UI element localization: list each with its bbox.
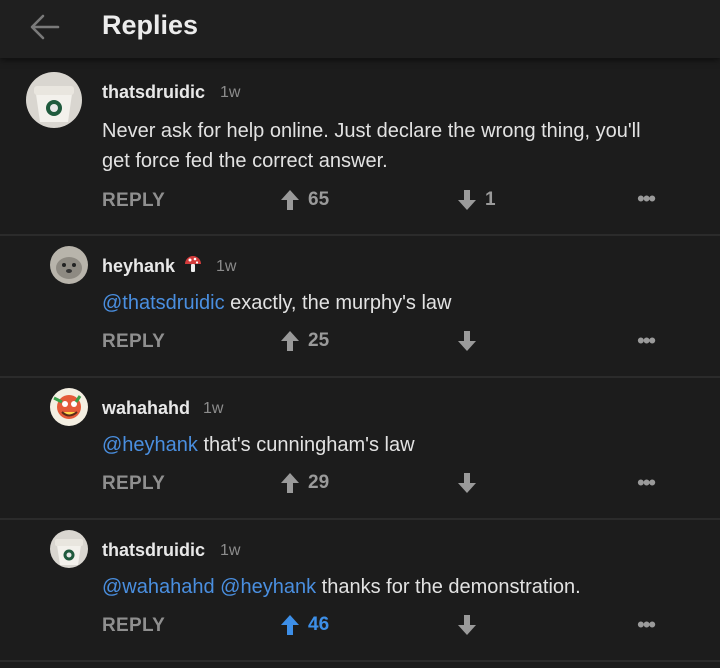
seal-avatar-icon [50, 246, 88, 284]
mention-link[interactable]: @wahahahd [102, 576, 215, 598]
comment-text-content: that's cunningham's law [203, 434, 415, 456]
downvote-button[interactable] [457, 472, 477, 494]
upvote-button[interactable]: 29 [280, 472, 329, 494]
more-options-icon[interactable]: ••• [637, 472, 656, 494]
comment-text: @heyhank that's cunningham's law [102, 430, 415, 460]
mention-link[interactable]: @heyhank [102, 434, 198, 456]
timestamp: 1w [220, 84, 241, 101]
upvote-button[interactable]: 46 [280, 614, 329, 636]
reply-button[interactable]: REPLY [102, 331, 165, 353]
comment-text: @wahahahd @heyhank thanks for the demons… [102, 572, 581, 602]
arrow-up-icon [281, 473, 299, 493]
more-options-icon[interactable]: ••• [637, 188, 656, 210]
avatar[interactable] [50, 530, 88, 568]
divider [0, 660, 720, 662]
arrow-down-icon [458, 615, 476, 635]
upvote-button[interactable]: 65 [280, 189, 329, 211]
downvote-count: 1 [485, 189, 496, 210]
reply-button[interactable]: REPLY [102, 615, 165, 637]
upvote-count: 65 [308, 189, 330, 210]
username[interactable]: heyhank [102, 256, 175, 277]
avatar[interactable] [26, 72, 82, 128]
mushroom-icon [185, 256, 201, 272]
comment-text: Never ask for help online. Just declare … [102, 116, 641, 176]
top-bar: Replies [0, 0, 720, 58]
upvote-count: 46 [308, 614, 330, 635]
page-title: Replies [102, 10, 199, 40]
comment-text-content: exactly, the murphy's law [230, 292, 452, 314]
arrow-left-icon[interactable] [28, 12, 60, 42]
downvote-button[interactable]: 1 [457, 189, 496, 211]
timestamp: 1w [203, 400, 224, 417]
username[interactable]: thatsdruidic [102, 540, 205, 561]
username[interactable]: thatsdruidic [102, 82, 205, 103]
comment-text: @thatsdruidic exactly, the murphy's law [102, 288, 451, 318]
mention-link[interactable]: @heyhank [220, 576, 316, 598]
comment-text-line: Never ask for help online. Just declare … [102, 120, 641, 142]
more-options-icon[interactable]: ••• [637, 330, 656, 352]
arrow-up-icon [281, 615, 299, 635]
more-options-icon[interactable]: ••• [637, 614, 656, 636]
arrow-down-icon [458, 190, 476, 210]
upvote-button[interactable]: 25 [280, 330, 329, 352]
downvote-button[interactable] [457, 614, 477, 636]
arrow-down-icon [458, 331, 476, 351]
reply-button[interactable]: REPLY [102, 190, 165, 212]
mention-link[interactable]: @thatsdruidic [102, 292, 225, 314]
divider [0, 234, 720, 236]
coffee-cup-avatar-icon [50, 530, 88, 568]
timestamp: 1w [216, 258, 237, 275]
avatar[interactable] [50, 388, 88, 426]
reply-button[interactable]: REPLY [102, 473, 165, 495]
arrow-down-icon [458, 473, 476, 493]
divider [0, 376, 720, 378]
downvote-button[interactable] [457, 330, 477, 352]
comment-text-line: get force fed the correct answer. [102, 150, 388, 172]
upvote-count: 29 [308, 472, 330, 493]
timestamp: 1w [220, 542, 241, 559]
username[interactable]: wahahahd [102, 398, 190, 419]
comment-text-content: thanks for the demonstration. [321, 576, 581, 598]
coffee-cup-avatar-icon [26, 72, 82, 128]
cartoon-avatar-icon [50, 388, 88, 426]
avatar[interactable] [50, 246, 88, 284]
upvote-count: 25 [308, 330, 330, 351]
divider [0, 518, 720, 520]
arrow-up-icon [281, 331, 299, 351]
arrow-up-icon [281, 190, 299, 210]
